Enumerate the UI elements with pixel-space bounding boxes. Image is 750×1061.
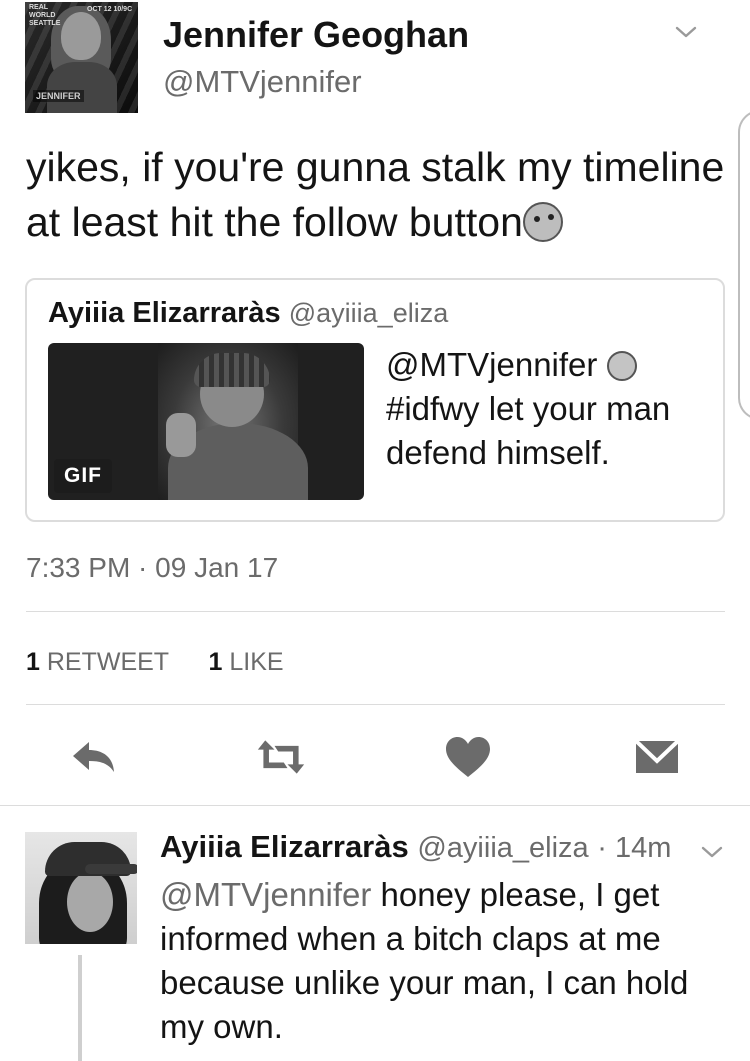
avatar-face xyxy=(67,872,113,932)
author-avatar[interactable]: REAL WORLD SEATTLE OCT 12 10/9C JENNIFER xyxy=(25,2,138,113)
kissing-face-emoji-icon xyxy=(522,202,563,242)
quoted-mention-link[interactable]: @MTVjennifer xyxy=(386,346,597,383)
quoted-handle: @ayiiia_eliza xyxy=(288,298,449,328)
avatar-cap-brim xyxy=(85,864,137,874)
quoted-tweet-header: Ayiiia Elizarraràs @ayiiia_eliza xyxy=(48,297,448,330)
quoted-gif-media[interactable]: GIF xyxy=(48,343,364,500)
quoted-text-body: #idfwy let your man defend himself. xyxy=(386,390,671,471)
like-button[interactable] xyxy=(443,735,493,779)
reply-mention-link[interactable]: @MTVjennifer xyxy=(160,876,371,913)
gif-figure-hand xyxy=(166,413,196,457)
retweet-icon xyxy=(257,740,305,774)
avatar-name-tag: JENNIFER xyxy=(33,90,84,102)
tweet-text-body: yikes, if you're gunna stalk my timeline… xyxy=(26,144,725,245)
like-count: 1 xyxy=(208,648,223,676)
reply-time: · 14m xyxy=(597,832,672,864)
author-display-name[interactable]: Jennifer Geoghan xyxy=(163,14,469,56)
gif-badge: GIF xyxy=(54,459,112,493)
avatar-body xyxy=(47,62,117,113)
quoted-tweet-text: @MTVjennifer #idfwy let your man defend … xyxy=(386,343,716,475)
reply-text: @MTVjennifer honey please, I get informe… xyxy=(160,873,720,1049)
author-handle[interactable]: @MTVjennifer xyxy=(163,64,362,100)
likes-link[interactable]: LIKE xyxy=(229,648,283,676)
gif-figure-headwrap xyxy=(194,353,270,387)
like-heart-icon xyxy=(446,737,490,777)
retweet-button[interactable] xyxy=(256,735,306,779)
quoted-display-name: Ayiiia Elizarraràs xyxy=(48,297,281,329)
divider xyxy=(26,704,725,705)
thread-connector-line xyxy=(78,955,82,1061)
reply-display-name[interactable]: Ayiiia Elizarraràs xyxy=(160,829,409,864)
reply-button[interactable] xyxy=(68,735,118,779)
tweet-stats: 1 RETWEET 1 LIKE xyxy=(26,648,284,677)
screen-edge-curve xyxy=(738,110,750,420)
retweet-count: 1 xyxy=(26,648,40,676)
avatar-show-title: REAL WORLD SEATTLE xyxy=(29,4,61,27)
laughing-face-emoji-icon xyxy=(606,351,637,381)
reply-icon xyxy=(73,742,114,772)
tweet-timestamp: 7:33 PM · 09 Jan 17 xyxy=(26,552,279,583)
direct-message-button[interactable] xyxy=(632,735,682,779)
reply-header: Ayiiia Elizarraràs @ayiiia_eliza · 14m xyxy=(160,829,671,865)
direct-message-icon xyxy=(634,739,680,773)
avatar-air-date: OCT 12 10/9C xyxy=(87,6,133,13)
divider xyxy=(26,611,725,612)
reply-author-avatar[interactable] xyxy=(25,832,137,944)
reply-options-chevron-down-icon[interactable] xyxy=(700,840,724,864)
tweet-text: yikes, if you're gunna stalk my timeline… xyxy=(26,140,736,250)
section-divider xyxy=(0,805,750,806)
retweets-link[interactable]: RETWEET xyxy=(47,648,169,676)
reply-handle[interactable]: @ayiiia_eliza xyxy=(417,832,588,864)
tweet-options-chevron-down-icon[interactable] xyxy=(674,20,698,44)
